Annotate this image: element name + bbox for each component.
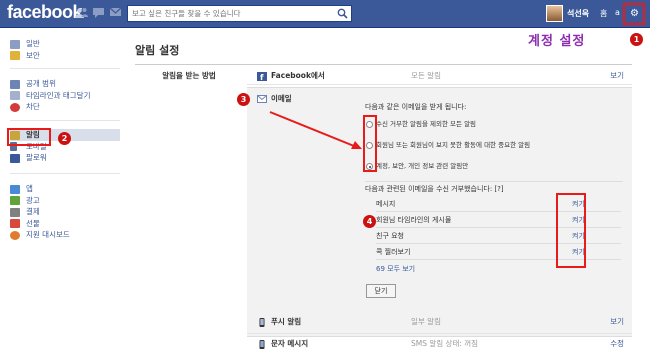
notifications-icon[interactable]	[109, 7, 122, 19]
sidebar-item-gifts[interactable]: 선물	[10, 218, 120, 230]
sidebar-item-ads[interactable]: 광고	[10, 195, 120, 207]
home-link[interactable]: 홈	[600, 8, 607, 19]
sidebar-group-privacy: 공개 범위 타임라인과 태그달기 차단	[10, 78, 120, 113]
unsubscribed-label: 회원님 타임라인의 게시물	[376, 216, 452, 224]
top-bar: facebook 석선옥 홈 a ⚙	[0, 0, 650, 28]
radio-label: 계정, 보안, 개인 정보 관련 알림만	[376, 162, 469, 170]
facebook-notifications-row[interactable]: f Facebook에서 모든 알림 보기	[247, 68, 632, 84]
sidebar-item-label: 보안	[26, 50, 40, 60]
email-row-name: 이메일	[271, 94, 292, 103]
ads-icon	[10, 196, 20, 205]
sidebar-divider	[10, 68, 120, 69]
shield-icon	[10, 51, 20, 60]
friend-requests-icon[interactable]	[75, 7, 88, 19]
facebook-f-icon: f	[257, 72, 267, 81]
close-button[interactable]: 닫기	[366, 284, 396, 298]
sidebar-item-label: 차단	[26, 102, 40, 111]
annotation-number-2: 2	[58, 132, 71, 145]
row-divider	[247, 333, 632, 334]
row-divider	[247, 84, 632, 85]
find-friends-link[interactable]: a	[615, 8, 620, 17]
email-intro-text: 다음과 같은 이메일을 받게 됩니다:	[365, 103, 467, 111]
row-name: 푸시 알림	[271, 317, 302, 326]
radio-label: 회원님 또는 회원님이 보지 못한 활동에 대한 중요한 알림	[376, 141, 531, 149]
search-icon[interactable]	[337, 8, 348, 19]
annotation-box-notifications	[7, 128, 51, 146]
search-box	[127, 5, 352, 22]
annotation-number-1: 1	[630, 33, 643, 46]
settings-sidebar: 일반 보안 공개 범위 타임라인과 태그달기 차단 알림 모바일 팔로워 앱 광…	[0, 28, 125, 359]
row-status: 일부 알림	[411, 317, 441, 326]
annotation-number-4: 4	[363, 215, 376, 228]
sidebar-item-label: 앱	[26, 184, 33, 193]
messages-icon[interactable]	[92, 7, 105, 19]
row-name: 문자 메시지	[271, 339, 309, 348]
search-input[interactable]	[128, 6, 333, 21]
user-avatar[interactable]	[546, 5, 563, 22]
block-icon	[10, 102, 20, 112]
section-label: 알림을 받는 방법	[162, 71, 216, 80]
row-status: 모든 알림	[411, 71, 441, 80]
sidebar-group-apps: 앱 광고 결제 선물 지원 대시보드	[10, 183, 120, 241]
payment-card-icon	[10, 207, 20, 217]
sidebar-item-label: 타임라인과 태그달기	[26, 90, 91, 100]
text-message-icon	[259, 340, 265, 349]
row-name: Facebook에서	[271, 71, 325, 80]
sidebar-divider	[10, 120, 120, 121]
unsubscribed-intro-text: 다음과 관련된 이메일을 수신 거부했습니다: [?]	[365, 185, 504, 193]
sidebar-item-privacy[interactable]: 공개 범위	[10, 78, 120, 90]
sidebar-item-label: 공개 범위	[26, 79, 56, 88]
lock-icon	[10, 79, 20, 89]
svg-text:f: f	[260, 73, 264, 81]
sidebar-item-support-dashboard[interactable]: 지원 대시보드	[10, 229, 120, 241]
lifebuoy-icon	[10, 230, 20, 240]
gift-icon	[10, 219, 20, 228]
sidebar-item-blocking[interactable]: 차단	[10, 101, 120, 113]
unsubscribed-label: 친구 요청	[376, 232, 404, 240]
apps-icon	[10, 184, 20, 194]
sms-notifications-row[interactable]: 문자 메시지 SMS 알림 상태: 꺼짐 수정	[247, 336, 632, 352]
sidebar-item-label: 선물	[26, 218, 40, 228]
rss-icon	[10, 153, 20, 163]
user-name-link[interactable]: 석선옥	[567, 8, 589, 19]
sidebar-item-payments[interactable]: 결제	[10, 206, 120, 218]
see-all-link[interactable]: 69 모두 보기	[376, 264, 415, 274]
sidebar-divider	[10, 173, 120, 174]
page-title: 알림 설정	[135, 44, 180, 57]
sidebar-group-account: 일반 보안	[10, 38, 120, 61]
annotation-heading: 계정 설정	[528, 34, 586, 49]
view-link[interactable]: 보기	[610, 68, 624, 84]
annotation-box-gear	[623, 3, 645, 25]
annotation-box-radio-options	[363, 115, 377, 172]
title-divider	[135, 64, 632, 65]
sidebar-item-label: 결제	[26, 207, 40, 216]
annotation-number-3: 3	[237, 93, 250, 106]
view-link[interactable]: 보기	[610, 314, 624, 330]
timeline-icon	[10, 91, 20, 100]
sidebar-item-general[interactable]: 일반	[10, 38, 120, 50]
radio-label: 수신 거부한 알림을 제외한 모든 알림	[376, 120, 477, 128]
envelope-icon	[257, 95, 267, 103]
facebook-logo[interactable]: facebook	[7, 2, 83, 23]
section-divider	[365, 181, 623, 182]
sidebar-item-security[interactable]: 보안	[10, 50, 120, 62]
sidebar-item-label: 지원 대시보드	[26, 230, 70, 239]
gear-icon	[10, 39, 20, 49]
mobile-phone-icon	[259, 318, 265, 327]
sidebar-item-followers[interactable]: 팔로워	[10, 152, 120, 164]
sidebar-item-timeline-tagging[interactable]: 타임라인과 태그달기	[10, 90, 120, 102]
edit-link[interactable]: 수정	[610, 336, 624, 352]
row-status: SMS 알림 상태: 꺼짐	[411, 339, 479, 348]
sidebar-item-label: 팔로워	[26, 153, 47, 162]
push-notifications-row[interactable]: 푸시 알림 일부 알림 보기	[247, 314, 632, 330]
sidebar-item-label: 광고	[26, 195, 40, 205]
unsubscribed-label: 콕 찔러보기	[376, 248, 411, 256]
annotation-box-turn-on-links	[556, 193, 586, 268]
sidebar-item-label: 일반	[26, 39, 40, 48]
unsubscribed-label: 메시지	[376, 200, 396, 208]
sidebar-item-apps[interactable]: 앱	[10, 183, 120, 195]
